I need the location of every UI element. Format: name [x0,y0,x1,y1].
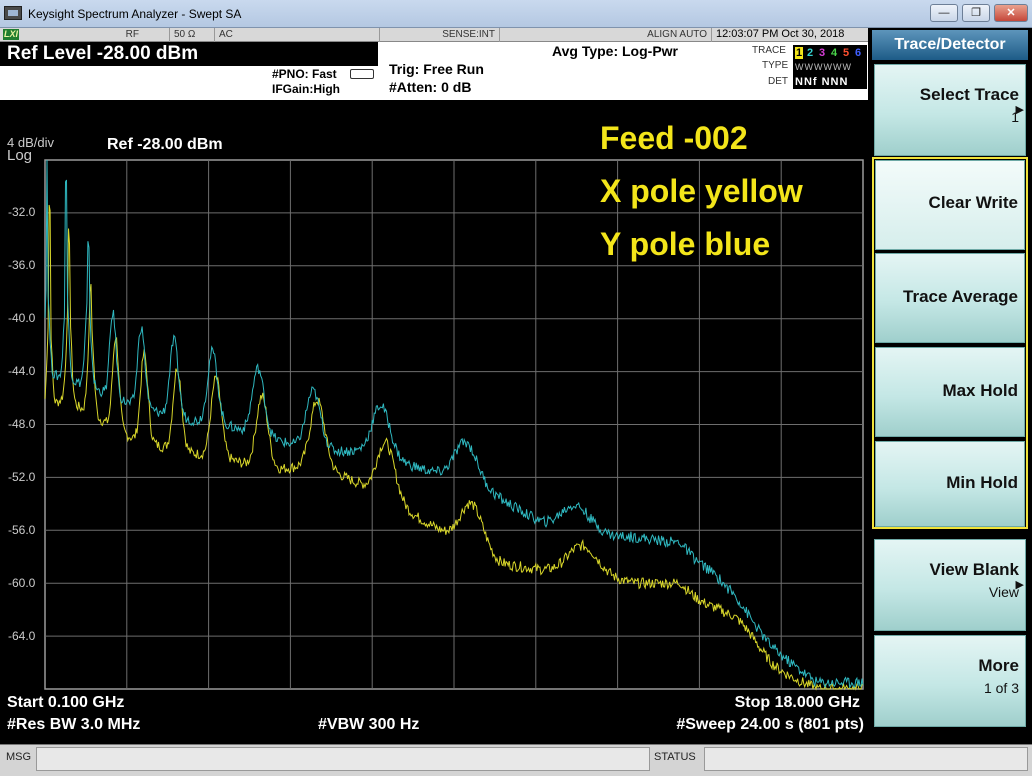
trace-row-label: TRACE [752,45,786,56]
trace-3-indicator: 3 [819,47,826,59]
y-axis-label: -32.0 [8,205,36,219]
close-button[interactable]: ✕ [994,4,1028,22]
annotation-x-pole: X pole yellow [600,173,803,209]
minimize-button[interactable]: — [930,4,958,22]
start-frequency: Start 0.100 GHz [7,694,125,711]
window-title: Keysight Spectrum Analyzer - Swept SA [28,7,242,21]
min-hold-softkey[interactable]: Min Hold [875,441,1025,527]
if-gain-setting: IFGain:High [272,82,340,96]
trace-2-indicator: 2 [807,47,814,59]
trace-6-indicator: 6 [855,47,862,59]
more-softkey[interactable]: More 1 of 3 [874,635,1026,727]
spectrum-display: 4 dB/div Log Ref -28.00 dBm -32.0 -36.0 … [0,100,868,740]
trace-det-values: NNf NNN [795,76,849,88]
softkey-label: Clear Write [928,193,1018,212]
trace-4-indicator: 4 [831,47,838,59]
pno-setting: #PNO: Fast [272,67,337,81]
coupling-label: AC [215,28,380,42]
trace-type-values: WWWWWW [795,62,852,72]
lxi-badge: LXI [3,29,19,40]
softkey-label: View Blank [929,560,1019,579]
impedance-label: 50 Ω [170,28,215,42]
y-axis-label: -52.0 [8,470,36,484]
submenu-arrow-icon: ▶ [1015,104,1024,116]
trace-1-indicator: 1 [795,47,804,59]
datetime-label: 12:03:07 PM Oct 30, 2018 [716,28,845,40]
maximize-button[interactable]: ❐ [962,4,990,22]
y-axis-label: -48.0 [8,417,36,431]
trace-mode-radio-group: Clear Write Trace Average Max Hold Min H… [872,157,1028,529]
instrument-status-row: LXI RF 50 Ω AC SENSE:INT ALIGN AUTO 12:0… [0,28,868,42]
y-axis-label: -64.0 [8,629,36,643]
menu-title: Trace/Detector [872,30,1028,60]
trace-5-indicator: 5 [843,47,850,59]
annotation-feed: Feed -002 [600,120,748,156]
y-axis-label: -56.0 [8,523,36,537]
clear-write-softkey[interactable]: Clear Write [875,160,1025,250]
sense-label: SENSE:INT [380,28,500,42]
app-icon [4,6,22,20]
softkey-label: Max Hold [942,381,1018,400]
softkey-value: View [988,584,1019,600]
softkey-label: Trace Average [903,287,1018,306]
trigger-icon [350,69,374,79]
annotation-y-pole: Y pole blue [600,226,771,262]
y-axis-label: -60.0 [8,576,36,590]
msg-label: MSG [6,751,32,763]
resolution-bandwidth: #Res BW 3.0 MHz [7,716,141,733]
y-axis-label: -40.0 [8,311,36,325]
select-trace-softkey[interactable]: Select Trace 1 ▶ [874,64,1026,156]
softkey-panel: Trace/Detector Select Trace 1 ▶ Clear Wr… [868,28,1032,744]
message-status-bar: MSG STATUS [0,744,1032,776]
window-title-bar: Keysight Spectrum Analyzer - Swept SA — … [0,0,1032,28]
message-field [36,747,650,771]
scale-per-division: 4 dB/div Log [7,136,54,164]
softkey-value: 1 [1011,109,1019,125]
status-field [704,747,1028,771]
y-axis-label: -44.0 [8,364,36,378]
ref-level-display: Ref Level -28.00 dBm [0,42,378,66]
trigger-setting: Trig: Free Run [389,61,484,77]
submenu-arrow-icon: ▶ [1015,579,1024,591]
y-axis-label: -36.0 [8,258,36,272]
graph-ref-level: Ref -28.00 dBm [107,136,223,153]
view-blank-softkey[interactable]: View Blank View ▶ [874,539,1026,631]
video-bandwidth: #VBW 300 Hz [318,716,420,733]
rf-input-label: RF [22,28,170,42]
avg-type-setting: Avg Type: Log-Pwr [552,43,678,59]
stop-frequency: Stop 18.000 GHz [734,694,860,711]
attenuation-setting: #Atten: 0 dB [389,79,472,95]
det-row-label: DET [768,76,788,87]
scale-type: Log [7,147,33,164]
status-label: STATUS [654,751,696,763]
sweep-time: #Sweep 24.00 s (801 pts) [676,716,864,733]
softkey-label: More [978,656,1019,675]
trace-status-box: 1 2 3 4 5 6 WWWWWW NNf NNN [793,45,867,89]
softkey-value: 1 of 3 [983,680,1019,696]
softkey-label: Select Trace [919,85,1019,104]
trace-average-softkey[interactable]: Trace Average [875,253,1025,343]
type-row-label: TYPE [762,60,789,71]
measurement-header: Ref Level -28.00 dBm #PNO: Fast IFGain:H… [0,42,868,100]
max-hold-softkey[interactable]: Max Hold [875,347,1025,437]
align-label: ALIGN AUTO [500,28,712,42]
softkey-label: Min Hold [946,473,1018,492]
